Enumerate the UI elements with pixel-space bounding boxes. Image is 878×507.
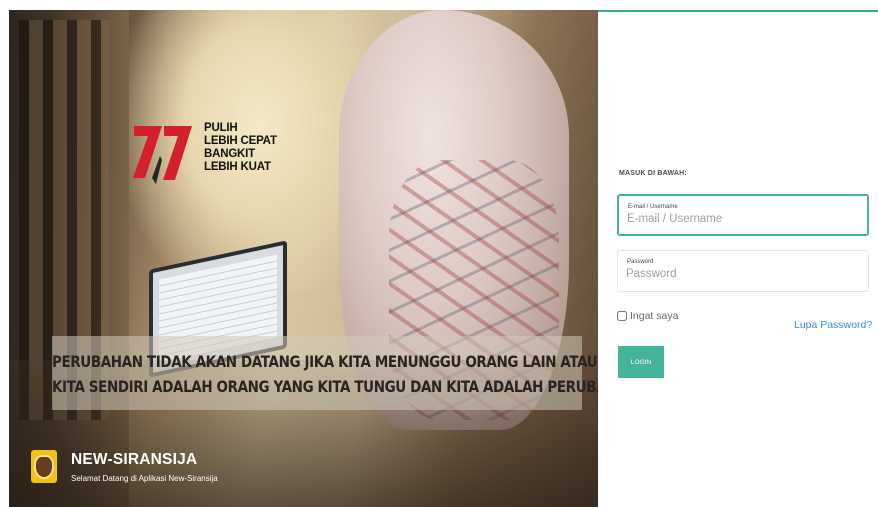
tagline-line: LEBIH CEPAT [204,135,277,147]
quote-line-1: PERUBAHAN TIDAK AKAN DATANG JIKA KITA ME… [52,352,598,372]
login-button[interactable]: LOGIN [618,346,664,378]
email-input[interactable] [627,213,857,225]
remember-checkbox[interactable] [617,311,627,321]
tagline-line: BANGKIT [204,148,255,160]
regional-emblem-icon [31,450,57,483]
email-field[interactable]: E-mail / Username [617,194,869,236]
remember-me[interactable]: Ingat saya [617,310,678,322]
app-title: NEW-SIRANSIJA [71,450,198,468]
forgot-password-link[interactable]: Lupa Password? [794,319,872,331]
motivation-quote: PERUBAHAN TIDAK AKAN DATANG JIKA KITA ME… [52,336,598,410]
app-brand: NEW-SIRANSIJA Selamat Datang di Aplikasi… [31,450,218,483]
panel-top-border [598,10,878,12]
remember-label: Ingat saya [630,310,679,322]
hero-banner: PULIH LEBIH CEPAT BANGKIT LEBIH KUAT PER… [9,10,598,507]
password-field[interactable]: Password [617,250,869,292]
login-heading: MASUK DI BAWAH: [619,170,687,177]
password-label: Password [627,259,654,265]
email-label: E-mail / Username [628,204,678,210]
password-input[interactable] [626,268,856,280]
tagline-line: LEBIH KUAT [204,161,271,173]
tagline-line: PULIH [204,122,238,134]
tagline: PULIH LEBIH CEPAT BANGKIT LEBIH KUAT [204,122,277,174]
app-subtitle: Selamat Datang di Aplikasi New-Siransija [71,473,218,483]
quote-line-2: KITA SENDIRI ADALAH ORANG YANG KITA TUNG… [52,377,598,397]
login-panel: MASUK DI BAWAH: E-mail / Username Passwo… [598,0,878,507]
anniversary-77-logo [133,126,192,184]
